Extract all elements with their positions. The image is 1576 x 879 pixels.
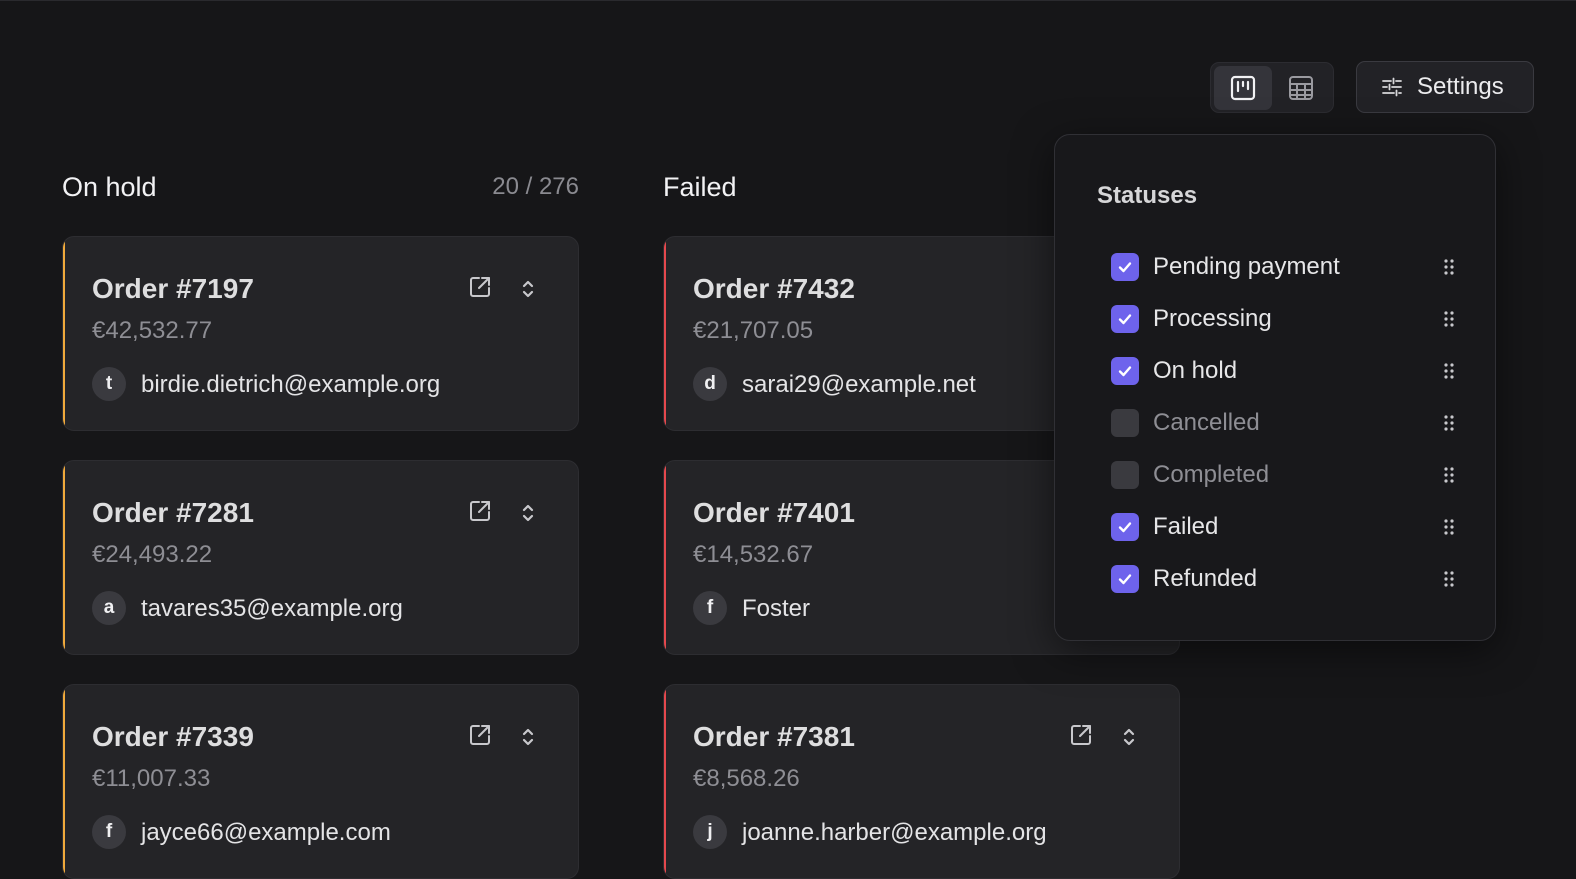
status-accent bbox=[664, 237, 666, 430]
order-amount: €21,707.05 bbox=[693, 317, 814, 344]
order-title: Order #7197 bbox=[92, 273, 254, 304]
column-title: On hold bbox=[62, 171, 157, 202]
drag-handle-icon[interactable] bbox=[1443, 518, 1455, 536]
open-external-icon[interactable] bbox=[468, 723, 492, 747]
order-title: Order #7381 bbox=[693, 721, 855, 752]
check-icon bbox=[1118, 574, 1132, 585]
customer-name: Foster bbox=[742, 595, 811, 622]
drag-handle-icon[interactable] bbox=[1443, 362, 1455, 380]
customer-email: jayce66@example.com bbox=[141, 819, 391, 846]
status-accent bbox=[63, 685, 65, 878]
settings-button[interactable]: Settings bbox=[1356, 61, 1534, 113]
popover-title: Statuses bbox=[1097, 182, 1198, 209]
order-card[interactable]: Order #7197 €42,532.77 t birdie.dietrich… bbox=[62, 236, 579, 431]
status-accent bbox=[664, 685, 666, 878]
check-icon bbox=[1118, 314, 1132, 325]
avatar: a bbox=[92, 591, 126, 625]
check-icon bbox=[1118, 262, 1132, 273]
customer-email: sarai29@example.net bbox=[742, 371, 976, 398]
order-amount: €8,568.26 bbox=[693, 765, 800, 792]
status-option[interactable]: Completed bbox=[1111, 455, 1455, 495]
open-external-icon[interactable] bbox=[468, 499, 492, 523]
drag-handle-icon[interactable] bbox=[1443, 414, 1455, 432]
status-checkbox[interactable] bbox=[1111, 305, 1139, 333]
settings-popover: Statuses Pending payment Processing On hol… bbox=[1054, 134, 1496, 641]
order-amount: €24,493.22 bbox=[92, 541, 213, 568]
sliders-icon bbox=[1382, 77, 1402, 97]
order-amount: €42,532.77 bbox=[92, 317, 213, 344]
chevron-up-down-icon[interactable] bbox=[518, 277, 538, 301]
order-card[interactable]: Order #7339 €11,007.33 f jayce66@example… bbox=[62, 684, 579, 879]
drag-handle-icon[interactable] bbox=[1443, 258, 1455, 276]
open-external-icon[interactable] bbox=[1069, 723, 1093, 747]
order-card[interactable]: Order #7281 €24,493.22 a tavares35@examp… bbox=[62, 460, 579, 655]
status-option[interactable]: Failed bbox=[1111, 507, 1455, 547]
status-option[interactable]: On hold bbox=[1111, 351, 1455, 391]
chevron-up-down-icon[interactable] bbox=[1119, 725, 1139, 749]
order-title: Order #7401 bbox=[693, 497, 855, 528]
status-label: Failed bbox=[1153, 513, 1219, 540]
order-title: Order #7432 bbox=[693, 273, 855, 304]
order-title: Order #7281 bbox=[92, 497, 254, 528]
column-count: 20 / 276 bbox=[492, 173, 579, 200]
status-option[interactable]: Cancelled bbox=[1111, 403, 1455, 443]
chevron-up-down-icon[interactable] bbox=[518, 501, 538, 525]
chevron-up-down-icon[interactable] bbox=[518, 725, 538, 749]
status-option[interactable]: Pending payment bbox=[1111, 247, 1455, 287]
kanban-icon bbox=[1230, 75, 1256, 100]
status-label: Cancelled bbox=[1153, 409, 1260, 436]
avatar: f bbox=[693, 591, 727, 625]
status-accent bbox=[664, 461, 666, 654]
top-divider bbox=[0, 0, 1576, 1]
status-checkbox[interactable] bbox=[1111, 253, 1139, 281]
status-label: Completed bbox=[1153, 461, 1270, 488]
customer-email: birdie.dietrich@example.org bbox=[141, 371, 441, 398]
column-header-on-hold: On hold 20 / 276 bbox=[62, 170, 579, 204]
view-toggle bbox=[1210, 62, 1334, 113]
status-label: Processing bbox=[1153, 305, 1272, 332]
table-view-button[interactable] bbox=[1272, 66, 1330, 110]
status-checkbox[interactable] bbox=[1111, 565, 1139, 593]
status-checkbox[interactable] bbox=[1111, 409, 1139, 437]
column-title: Failed bbox=[663, 171, 737, 202]
status-checkbox[interactable] bbox=[1111, 461, 1139, 489]
check-icon bbox=[1118, 366, 1132, 377]
status-checkbox[interactable] bbox=[1111, 357, 1139, 385]
status-checkbox[interactable] bbox=[1111, 513, 1139, 541]
open-external-icon[interactable] bbox=[468, 275, 492, 299]
status-option[interactable]: Processing bbox=[1111, 299, 1455, 339]
order-amount: €14,532.67 bbox=[693, 541, 814, 568]
drag-handle-icon[interactable] bbox=[1443, 310, 1455, 328]
table-icon bbox=[1289, 75, 1313, 100]
status-label: On hold bbox=[1153, 357, 1238, 384]
drag-handle-icon[interactable] bbox=[1443, 570, 1455, 588]
kanban-view-button[interactable] bbox=[1214, 65, 1272, 110]
avatar: t bbox=[92, 367, 126, 401]
customer-email: tavares35@example.org bbox=[141, 595, 403, 622]
check-icon bbox=[1118, 522, 1132, 533]
status-label: Pending payment bbox=[1153, 253, 1340, 280]
status-option[interactable]: Refunded bbox=[1111, 559, 1455, 599]
status-accent bbox=[63, 461, 65, 654]
avatar: d bbox=[693, 367, 727, 401]
order-card[interactable]: Order #7381 €8,568.26 j joanne.harber@ex… bbox=[663, 684, 1180, 879]
status-label: Refunded bbox=[1153, 565, 1258, 592]
status-accent bbox=[63, 237, 65, 430]
customer-email: joanne.harber@example.org bbox=[742, 819, 1047, 846]
drag-handle-icon[interactable] bbox=[1443, 466, 1455, 484]
order-amount: €11,007.33 bbox=[92, 765, 211, 792]
settings-label: Settings bbox=[1417, 73, 1504, 100]
order-title: Order #7339 bbox=[92, 721, 254, 752]
